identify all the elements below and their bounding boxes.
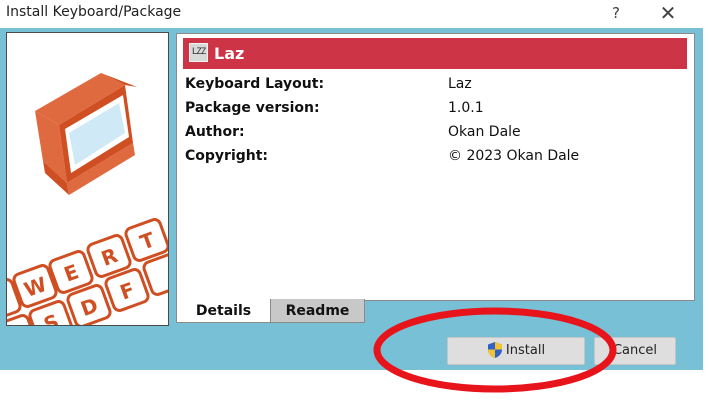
detail-value: 1.0.1 bbox=[448, 100, 484, 116]
install-button-label: Install bbox=[505, 343, 546, 358]
details-panel: LZZ Laz Keyboard Layout: Laz Package ver… bbox=[176, 33, 695, 301]
detail-row-package-version: Package version: 1.0.1 bbox=[185, 100, 685, 122]
dialog-body: W E R T S D F LZZ Laz Keyboard Layout: L… bbox=[0, 28, 703, 370]
keyboard-package-illustration: W E R T S D F bbox=[6, 32, 169, 326]
package-box-icon: W E R T S D F bbox=[7, 73, 168, 325]
detail-label: Author: bbox=[185, 124, 245, 140]
package-name: Laz bbox=[214, 44, 245, 63]
close-button[interactable]: ✕ bbox=[655, 1, 681, 25]
package-icon: LZZ bbox=[189, 43, 208, 62]
detail-label: Keyboard Layout: bbox=[185, 76, 325, 92]
package-header: LZZ Laz bbox=[183, 38, 687, 69]
help-button[interactable]: ? bbox=[606, 2, 626, 24]
detail-row-copyright: Copyright: © 2023 Okan Dale bbox=[185, 148, 685, 170]
window-title: Install Keyboard/Package bbox=[6, 4, 182, 20]
detail-label: Package version: bbox=[185, 100, 320, 116]
detail-row-keyboard-layout: Keyboard Layout: Laz bbox=[185, 76, 685, 98]
install-button[interactable]: Install bbox=[447, 337, 585, 365]
detail-value: Laz bbox=[448, 76, 472, 92]
detail-label: Copyright: bbox=[185, 148, 269, 164]
detail-value: © 2023 Okan Dale bbox=[448, 148, 580, 164]
title-bar: Install Keyboard/Package ? ✕ bbox=[0, 0, 709, 28]
tab-readme[interactable]: Readme bbox=[270, 299, 365, 323]
cancel-button[interactable]: Cancel bbox=[594, 337, 676, 365]
tab-details[interactable]: Details bbox=[176, 299, 270, 323]
detail-row-author: Author: Okan Dale bbox=[185, 124, 685, 146]
uac-shield-icon bbox=[487, 341, 502, 358]
detail-value: Okan Dale bbox=[448, 124, 521, 140]
